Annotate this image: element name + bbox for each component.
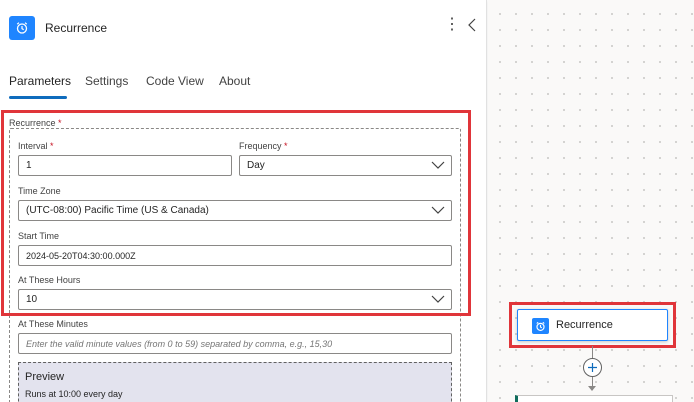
required-mark: * xyxy=(50,141,54,151)
preview-box: Preview Runs at 10:00 every day xyxy=(18,362,452,402)
arrow-down-icon xyxy=(588,386,596,391)
interval-input[interactable]: 1 xyxy=(18,155,232,176)
chevron-left-icon[interactable] xyxy=(467,18,477,37)
active-tab-indicator xyxy=(9,96,67,99)
node-label: Recurrence xyxy=(556,319,613,331)
tab-code-view[interactable]: Code View xyxy=(146,74,204,88)
recurrence-node[interactable]: Recurrence xyxy=(517,309,668,341)
recurrence-label: Recurrence * xyxy=(9,118,62,128)
at-these-hours-label: At These Hours xyxy=(18,275,81,285)
frequency-label: Frequency * xyxy=(239,141,288,151)
panel-title: Recurrence xyxy=(45,21,108,35)
more-vertical-icon[interactable]: ⋮ xyxy=(444,17,460,33)
time-zone-value: (UTC-08:00) Pacific Time (US & Canada) xyxy=(26,205,209,216)
required-mark: * xyxy=(284,141,288,151)
next-action-node[interactable] xyxy=(515,395,673,402)
at-these-hours-dropdown[interactable]: 10 xyxy=(18,289,452,310)
tab-settings[interactable]: Settings xyxy=(85,74,128,88)
frequency-dropdown[interactable]: Day xyxy=(239,155,452,176)
designer-canvas[interactable] xyxy=(488,0,694,402)
chevron-down-icon xyxy=(431,161,445,169)
action-details-panel: Recurrence ⋮ Parameters Settings Code Vi… xyxy=(0,0,487,402)
start-time-input[interactable]: 2024-05-20T04:30:00.000Z xyxy=(18,245,452,266)
required-mark: * xyxy=(58,118,62,128)
tab-parameters[interactable]: Parameters xyxy=(9,74,71,88)
at-these-hours-value: 10 xyxy=(26,294,38,305)
frequency-value: Day xyxy=(247,160,265,171)
alarm-clock-icon xyxy=(9,16,35,40)
at-these-minutes-label: At These Minutes xyxy=(18,319,88,329)
tab-about[interactable]: About xyxy=(219,74,250,88)
time-zone-label: Time Zone xyxy=(18,186,61,196)
start-time-label: Start Time xyxy=(18,231,60,241)
preview-text: Runs at 10:00 every day xyxy=(25,389,123,399)
interval-label: Interval * xyxy=(18,141,54,151)
at-these-minutes-input[interactable] xyxy=(18,333,452,354)
preview-title: Preview xyxy=(25,371,65,383)
chevron-down-icon xyxy=(431,206,445,214)
plus-icon[interactable] xyxy=(583,358,602,377)
time-zone-dropdown[interactable]: (UTC-08:00) Pacific Time (US & Canada) xyxy=(18,200,452,221)
alarm-clock-icon xyxy=(532,318,549,334)
chevron-down-icon xyxy=(431,295,445,303)
